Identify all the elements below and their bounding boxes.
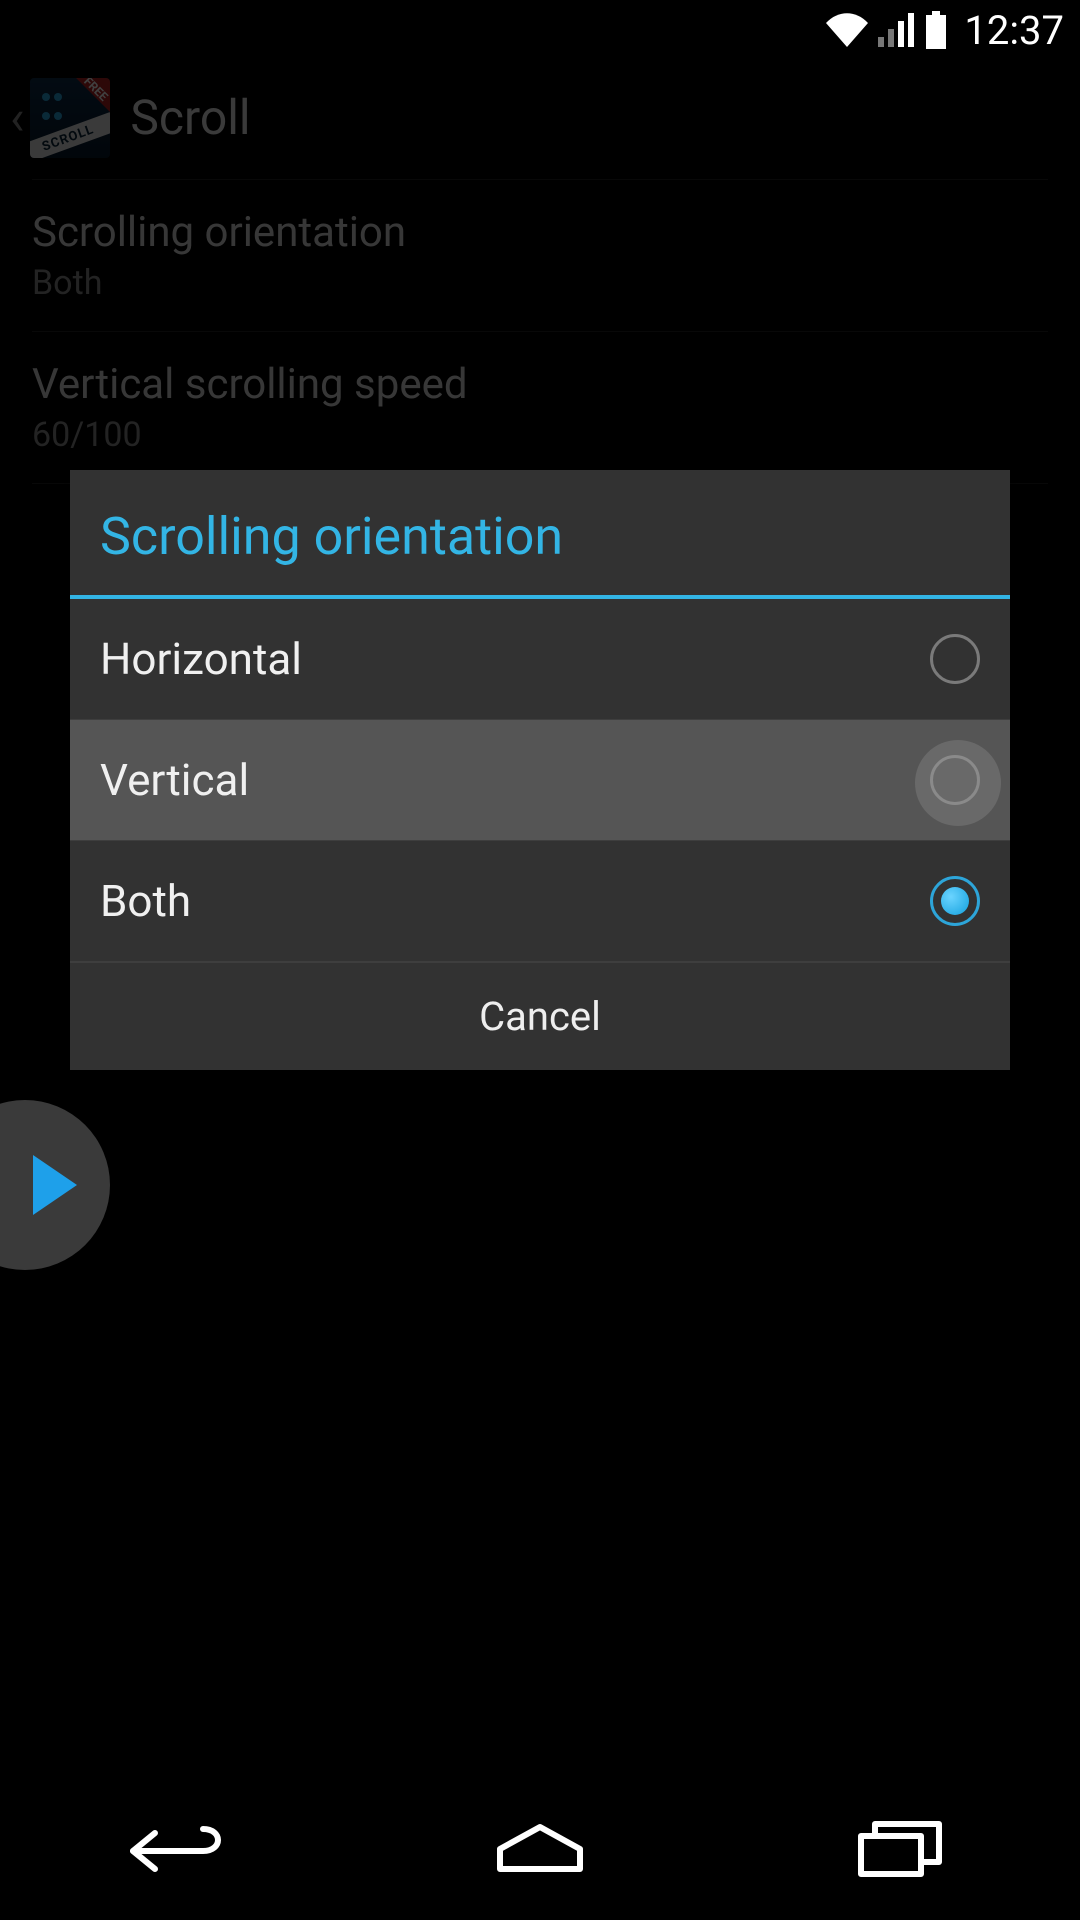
radio-icon: [930, 876, 980, 926]
option-vertical[interactable]: Vertical: [70, 720, 1010, 841]
nav-home-button[interactable]: [460, 1821, 620, 1875]
wifi-icon: [826, 13, 868, 47]
status-bar: 12:37: [0, 0, 1080, 60]
nav-back-button[interactable]: [100, 1821, 260, 1875]
option-label: Both: [100, 875, 191, 927]
option-label: Horizontal: [100, 633, 302, 685]
dialog-scrolling-orientation: Scrolling orientation Horizontal Vertica…: [70, 470, 1010, 1070]
option-horizontal[interactable]: Horizontal: [70, 599, 1010, 720]
radio-icon: [930, 634, 980, 684]
play-icon: [33, 1155, 77, 1215]
navigation-bar: [0, 1776, 1080, 1920]
status-time: 12:37: [964, 7, 1064, 54]
battery-icon: [924, 11, 948, 49]
option-both[interactable]: Both: [70, 841, 1010, 962]
radio-icon: [930, 755, 980, 805]
dialog-footer: Cancel: [70, 962, 1010, 1070]
option-label: Vertical: [100, 754, 249, 806]
cancel-button[interactable]: Cancel: [479, 993, 601, 1040]
cell-signal-icon: [878, 13, 914, 47]
nav-recent-button[interactable]: [820, 1818, 980, 1878]
dialog-header: Scrolling orientation: [70, 470, 1010, 595]
dialog-title: Scrolling orientation: [100, 506, 980, 567]
